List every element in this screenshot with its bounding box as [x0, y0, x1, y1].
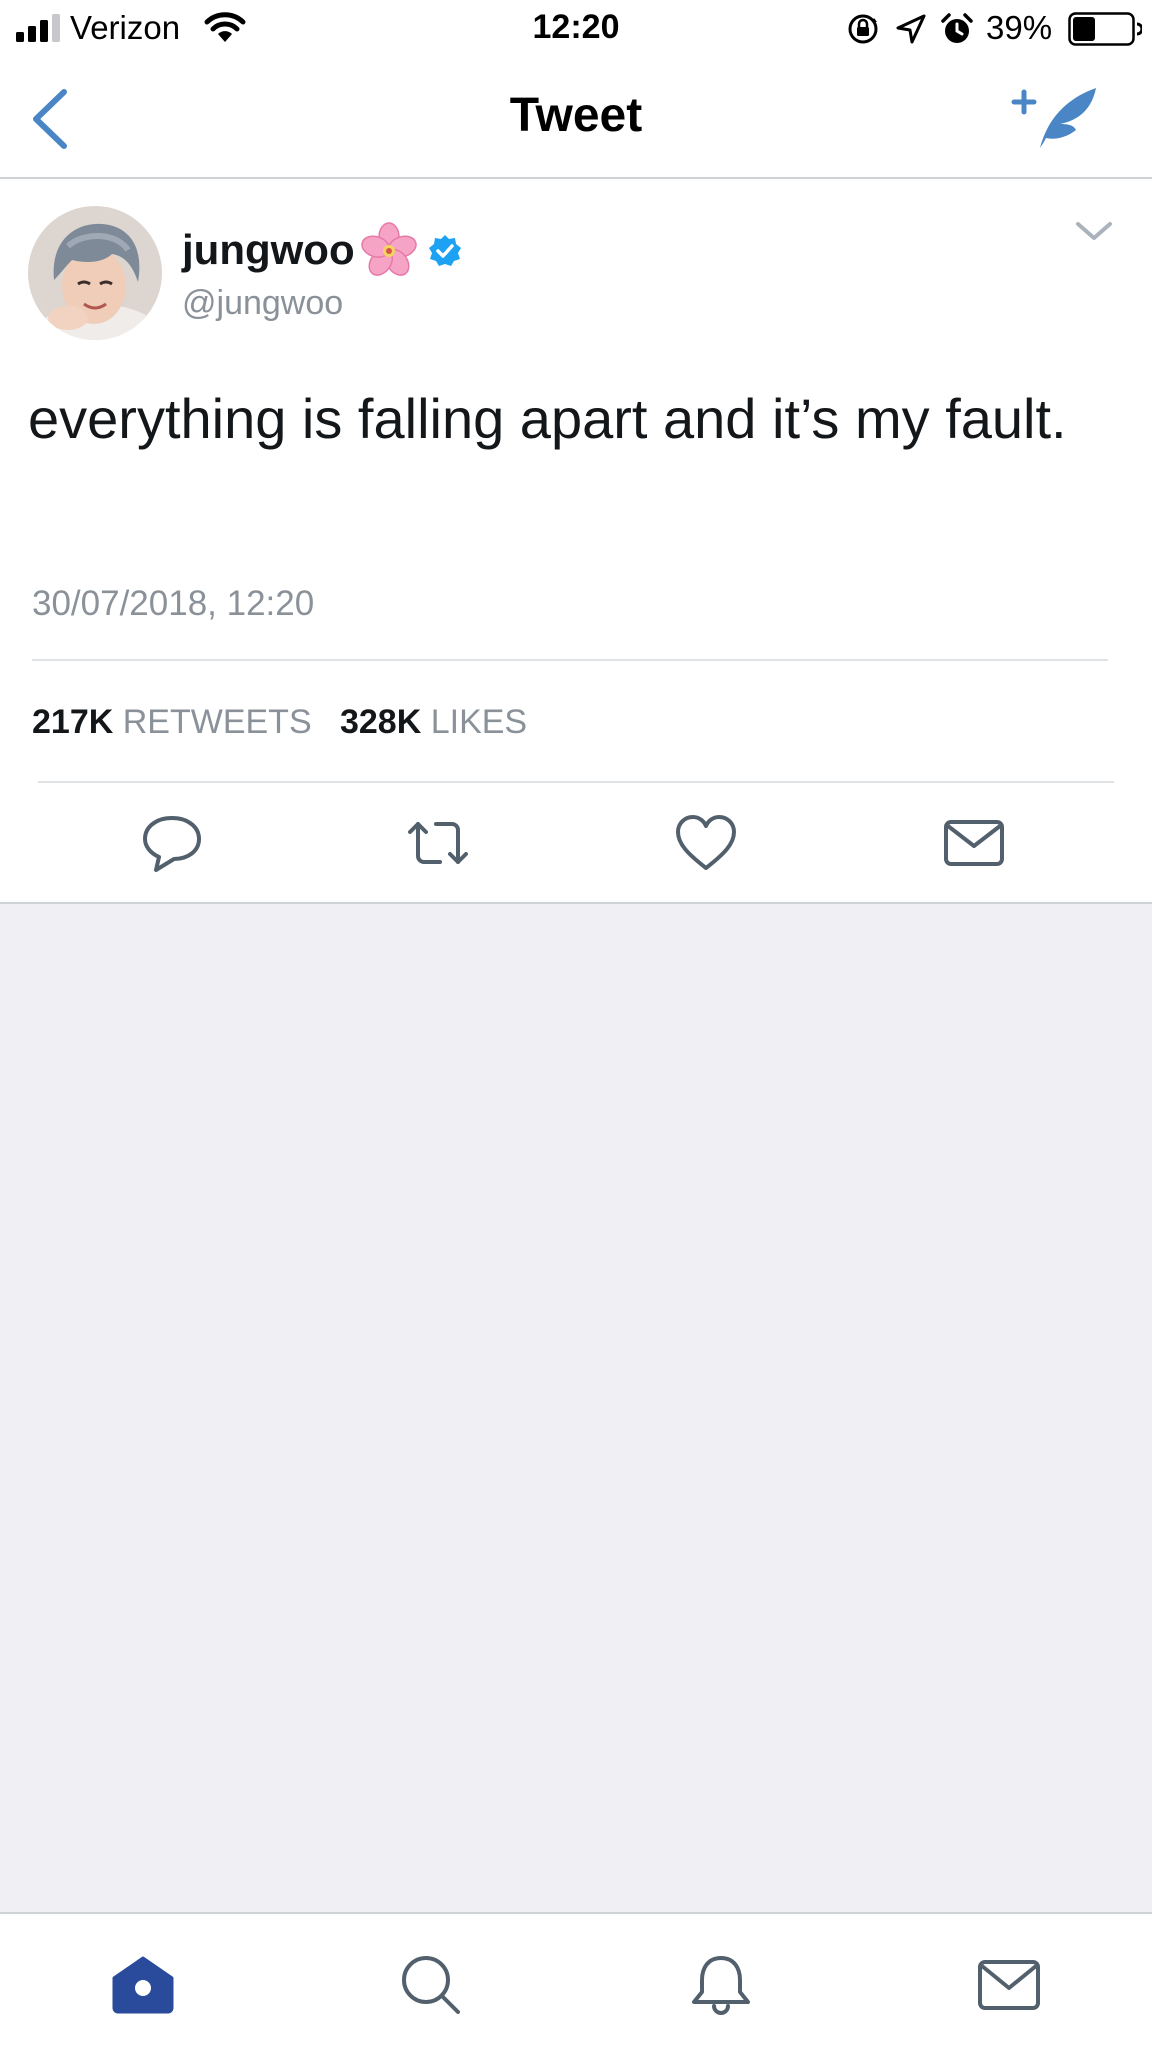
chevron-down-icon: [1076, 222, 1112, 240]
battery-icon: [1068, 12, 1142, 46]
envelope-icon: [944, 820, 1004, 866]
tweet-text: everything is falling apart and it’s my …: [28, 387, 1067, 450]
like-button[interactable]: [674, 812, 738, 874]
likes-stat[interactable]: 328K LIKES: [340, 703, 527, 741]
verified-badge-icon: [429, 235, 461, 266]
retweet-button[interactable]: [406, 812, 470, 874]
compose-tweet-icon: [1011, 88, 1096, 148]
empty-replies-area: [0, 902, 1152, 1914]
nav-header: Tweet: [0, 60, 1152, 179]
retweets-count: 217K: [32, 703, 114, 741]
reply-button[interactable]: [140, 812, 204, 874]
tweet-stats: 217K RETWEETS 328K LIKES: [32, 703, 527, 742]
search-icon: [402, 1956, 460, 2014]
tweet-timestamp: 30/07/2018, 12:20: [32, 584, 315, 623]
orientation-lock-icon: [848, 14, 878, 44]
status-time: 12:20: [532, 8, 620, 46]
battery-percentage: 39%: [986, 9, 1053, 46]
avatar[interactable]: [28, 206, 162, 340]
divider: [32, 659, 1108, 661]
compose-tweet-button[interactable]: [1010, 78, 1104, 158]
envelope-icon: [978, 1960, 1040, 2010]
page-title: Tweet: [509, 89, 643, 142]
avatar-photo: [28, 206, 162, 340]
direct-message-button[interactable]: [942, 812, 1006, 874]
retweet-icon: [408, 822, 468, 864]
likes-count: 328K: [339, 703, 422, 741]
location-icon: [896, 14, 926, 44]
status-bar: Verizon 12:20 39%: [0, 0, 1152, 60]
home-icon: [112, 1956, 174, 2014]
tweet-menu-button[interactable]: [1072, 216, 1116, 246]
alarm-icon: [941, 13, 973, 43]
bell-icon: [692, 1956, 750, 2015]
tab-messages[interactable]: [976, 1954, 1042, 2016]
reply-icon: [143, 816, 201, 872]
tab-search[interactable]: [398, 1954, 464, 2016]
tab-bar: [0, 1912, 1152, 2050]
retweets-label: RETWEETS: [122, 703, 312, 741]
divider: [38, 781, 1114, 783]
retweets-stat[interactable]: 217K RETWEETS: [32, 703, 312, 741]
tab-home[interactable]: [110, 1954, 176, 2016]
likes-label: LIKES: [430, 703, 528, 741]
heart-icon: [676, 815, 736, 870]
cherry-blossom-icon: [361, 222, 417, 276]
tab-notifications[interactable]: [688, 1954, 754, 2016]
display-name[interactable]: jungwoo: [182, 226, 355, 274]
user-handle[interactable]: @jungwoo: [182, 284, 343, 323]
